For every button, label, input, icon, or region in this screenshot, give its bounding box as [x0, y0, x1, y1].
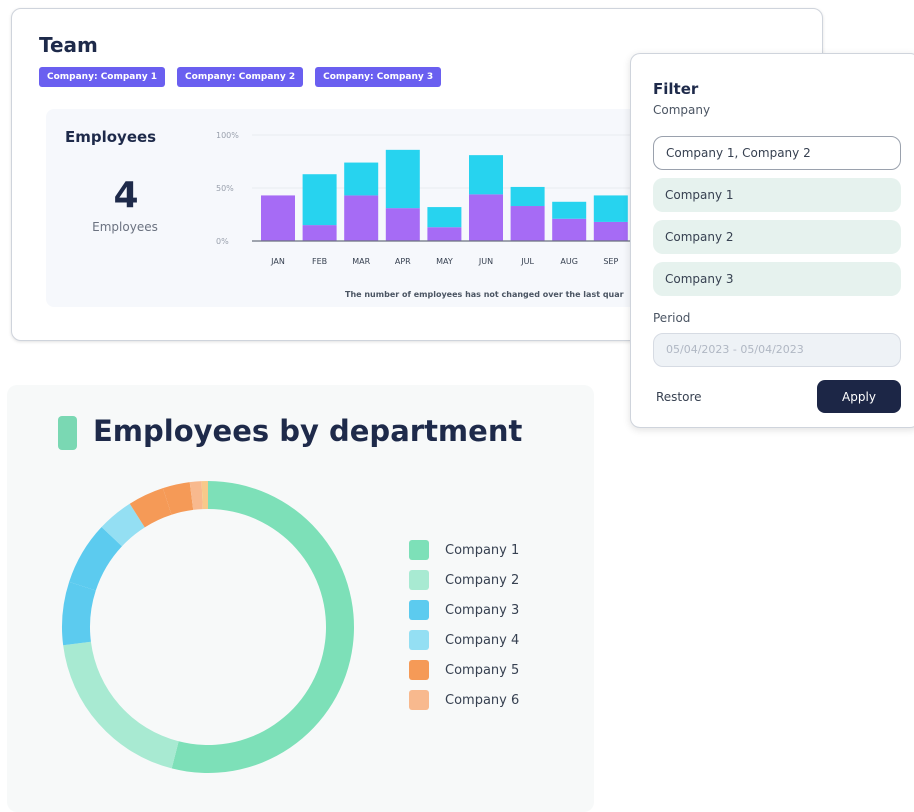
- chart-note: The number of employees has not changed …: [345, 290, 624, 299]
- employees-title: Employees: [65, 128, 157, 146]
- bar-segment: [261, 195, 295, 241]
- y-tick-label: 0%: [216, 237, 229, 246]
- donut-slice: [171, 481, 354, 773]
- bar-segment: [510, 186, 545, 207]
- legend-swatch: [409, 630, 429, 650]
- restore-button[interactable]: Restore: [656, 390, 702, 404]
- filter-tags: Company: Company 1 Company: Company 2 Co…: [39, 67, 442, 87]
- legend-item: Company 6: [409, 685, 519, 715]
- department-donut-chart: [62, 481, 354, 773]
- x-tick-label: JUL: [520, 257, 534, 266]
- filter-panel: Filter Company Company 1, Company 2 Comp…: [630, 53, 914, 428]
- legend-label: Company 4: [445, 632, 520, 648]
- employees-count-label: Employees: [92, 220, 158, 234]
- bar-segment: [385, 149, 420, 209]
- donut-legend: Company 1 Company 2 Company 3 Company 4 Comp…: [409, 535, 519, 715]
- x-tick-label: MAY: [436, 257, 453, 266]
- bar-segment: [510, 206, 545, 241]
- tag-company-3[interactable]: Company: Company 3: [315, 67, 442, 87]
- x-tick-label: MAR: [352, 257, 370, 266]
- bar-segment: [344, 195, 379, 241]
- bar-segment: [552, 201, 587, 219]
- y-tick-label: 100%: [216, 131, 239, 140]
- title-marker: [58, 416, 77, 450]
- x-tick-label: JUN: [478, 257, 493, 266]
- legend-label: Company 5: [445, 662, 520, 678]
- bar-segment: [302, 225, 337, 241]
- employees-count: 4: [113, 175, 139, 216]
- option-company-1[interactable]: Company 1: [653, 178, 901, 212]
- bar-segment: [302, 174, 337, 226]
- legend-item: Company 5: [409, 655, 519, 685]
- donut-slice: [63, 641, 179, 769]
- bar-segment: [469, 155, 503, 195]
- bar-segment: [344, 162, 379, 196]
- legend-swatch: [409, 540, 429, 560]
- employees-bar-chart: 100% 50% 0% JAN FEB MAR APR MAY JUN JUL AUG SEP: [216, 131, 652, 266]
- department-card: Employees by department Company 1 Company…: [7, 385, 594, 812]
- legend-item: Company 1: [409, 535, 519, 565]
- x-tick-label: SEP: [603, 257, 618, 266]
- apply-button[interactable]: Apply: [817, 380, 901, 413]
- bar-segment: [469, 194, 503, 241]
- option-company-2[interactable]: Company 2: [653, 220, 901, 254]
- period-label: Period: [653, 311, 691, 325]
- legend-item: Company 2: [409, 565, 519, 595]
- y-tick-label: 50%: [216, 184, 234, 193]
- x-tick-label: APR: [395, 257, 411, 266]
- bar-segment: [552, 218, 587, 241]
- legend-swatch: [409, 570, 429, 590]
- legend-item: Company 3: [409, 595, 519, 625]
- bar-segment: [593, 221, 628, 241]
- option-company-3[interactable]: Company 3: [653, 262, 901, 296]
- legend-item: Company 4: [409, 625, 519, 655]
- tag-company-1[interactable]: Company: Company 1: [39, 67, 166, 87]
- department-title: Employees by department: [93, 414, 523, 448]
- period-input[interactable]: 05/04/2023 - 05/04/2023: [653, 333, 901, 367]
- tag-company-2[interactable]: Company: Company 2: [177, 67, 304, 87]
- bar-segment: [427, 227, 462, 241]
- legend-label: Company 1: [445, 542, 520, 558]
- x-tick-label: AUG: [560, 257, 578, 266]
- filter-title: Filter: [653, 80, 699, 98]
- company-select-input[interactable]: Company 1, Company 2: [653, 136, 901, 170]
- legend-swatch: [409, 660, 429, 680]
- x-tick-label: JAN: [270, 257, 285, 266]
- bar-segment: [385, 208, 420, 241]
- team-title: Team: [39, 33, 98, 57]
- legend-swatch: [409, 690, 429, 710]
- bar-segment: [593, 195, 628, 222]
- x-tick-label: FEB: [312, 257, 327, 266]
- bar-segment: [427, 207, 462, 228]
- donut-slice: [62, 581, 96, 646]
- legend-swatch: [409, 600, 429, 620]
- company-label: Company: [653, 103, 711, 117]
- legend-label: Company 6: [445, 692, 520, 708]
- legend-label: Company 3: [445, 602, 520, 618]
- legend-label: Company 2: [445, 572, 520, 588]
